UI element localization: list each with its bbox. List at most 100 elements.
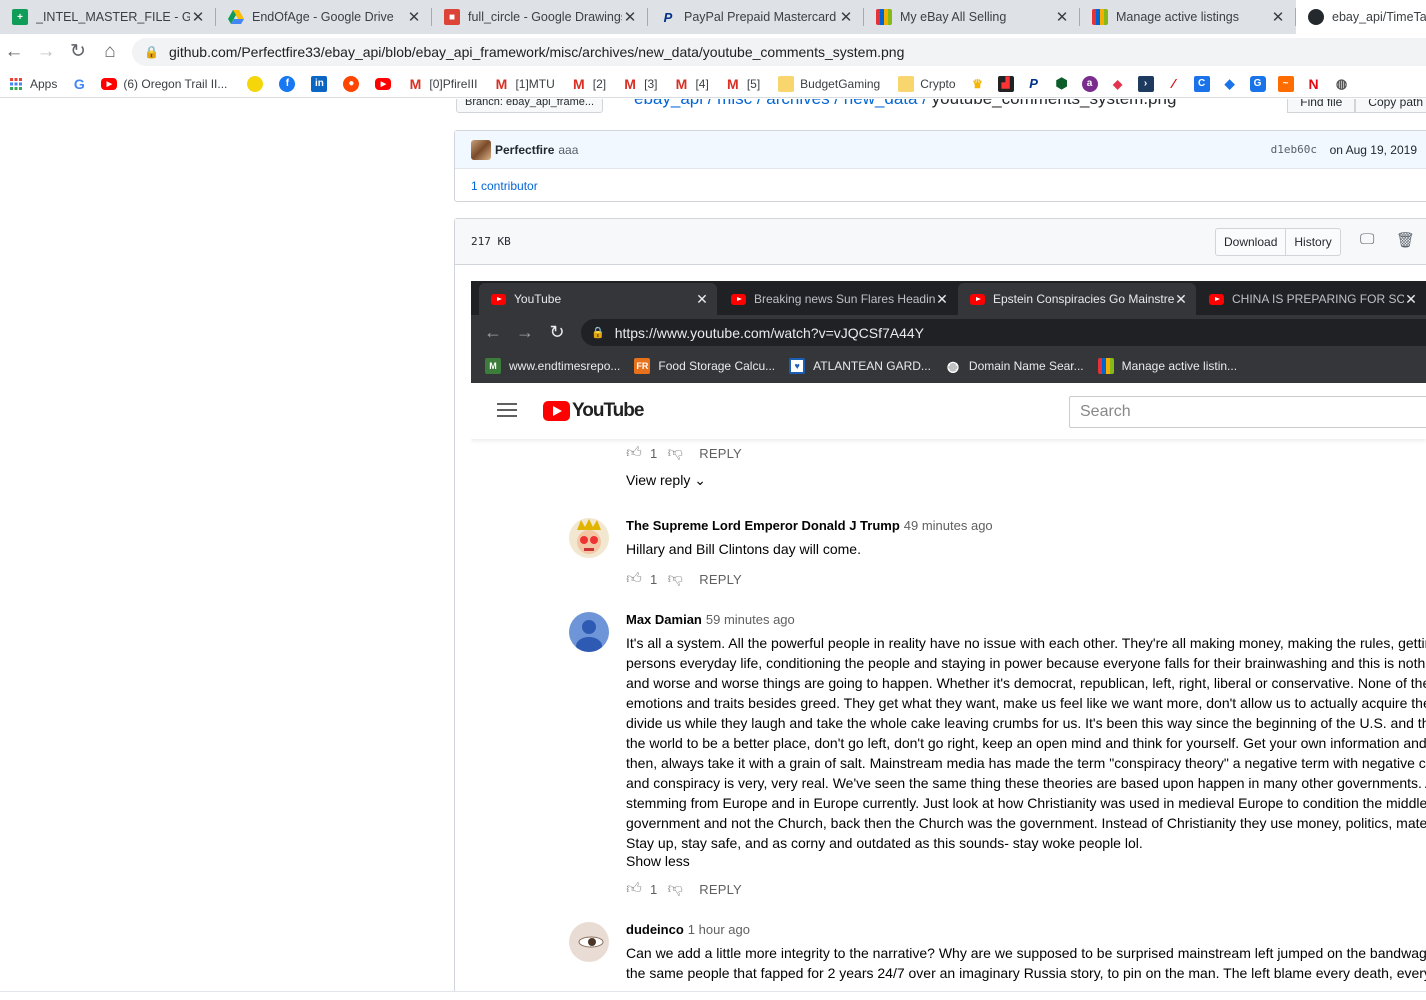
embedded-tab-youtube: YouTube ✕ [479,283,717,315]
download-button[interactable]: Download [1215,228,1287,256]
embedded-bookmark: Mwww.endtimesrepo... [485,358,620,374]
bookmark-paypal[interactable]: P [1026,73,1042,95]
view-reply-link: View reply ⌄ [626,472,706,488]
bookmark-globe[interactable]: ◍ [1334,73,1350,95]
bookmark-netflix[interactable]: N [1306,73,1322,95]
bookmark-blue-diamond[interactable]: ◆ [1222,73,1238,95]
lock-icon: 🔒 [591,327,605,339]
browser-tab-github[interactable]: ebay_api/TimeTabl [1296,0,1426,34]
desktop-icon[interactable]: 🖵 [1360,231,1374,248]
trash-icon[interactable]: 🗑 [1396,231,1415,249]
bookmark-chart[interactable]: ▟ [997,73,1014,95]
bookmark-gmail-pfire[interactable]: M [0]PfireIII [407,73,478,95]
bookmark-crown[interactable]: ♛ [970,73,986,95]
close-tab-icon[interactable]: ✕ [1054,8,1070,26]
close-tab-icon[interactable]: ✕ [622,8,638,26]
bookmark-reddit[interactable]: ● [343,73,360,95]
browser-tab-paypal[interactable]: P PayPal Prepaid Mastercard ✕ [648,0,864,34]
embedded-bookmark: FR Food Storage Calcu... [634,358,776,374]
commit-message[interactable]: aaa [558,143,578,157]
browser-tab-endofage[interactable]: EndOfAge - Google Drive ✕ [216,0,432,34]
bookmark-c[interactable]: C [1193,73,1210,95]
close-tab-icon: ✕ [1405,290,1417,307]
gmail-icon: M [495,75,508,92]
commit-tease: Perfectfire aaa d1eb60c on Aug 19, 2019 … [454,130,1426,202]
browser-tab-full-circle[interactable]: ■ full_circle - Google Drawings ✕ [432,0,648,34]
comment-text: It's all a system. All the powerful peop… [626,635,1426,851]
bookmark-gmail-5[interactable]: M [5] [725,73,760,95]
embedded-tab-china: CHINA IS PREPARING FOR SOME ✕ [1197,283,1426,315]
bookmark-facebook[interactable]: f [279,73,296,95]
thumbs-down-icon: 👎︎ [667,880,683,897]
browser-tab-bar: + _INTEL_MASTER_FILE - Goog ✕ EndOfAge -… [0,0,1426,34]
youtube-play-icon [543,401,570,421]
author-avatar[interactable] [471,139,491,160]
bookmark-folder-budgetgaming[interactable]: BudgetGaming [778,73,880,95]
bookmark-gmail-3[interactable]: M [3] [622,73,657,95]
bookmark-gmail-4[interactable]: M [4] [673,73,709,95]
bookmark-lemon[interactable] [247,73,264,95]
commit-sha[interactable]: d1eb60c [1271,143,1317,156]
reload-icon: ↻ [549,322,565,342]
close-tab-icon[interactable]: ✕ [190,8,206,26]
commit-date: on Aug 19, 2019 [1329,142,1417,157]
bookmark-blue-arrow[interactable]: › [1137,73,1154,95]
bookmark-google[interactable]: G [71,73,87,95]
browser-tab-intel-master-file[interactable]: + _INTEL_MASTER_FILE - Goog ✕ [0,0,216,34]
comment-meta: Max Damian 59 minutes ago [626,612,1426,627]
comment-author: dudeinco [626,922,684,937]
browser-tab-my-ebay[interactable]: My eBay All Selling ✕ [864,0,1080,34]
ebay-icon [1097,358,1114,374]
copy-path-button[interactable]: Copy path [1355,99,1426,113]
chevron-down-icon: ⌄ [694,472,706,488]
bookmark-youtube[interactable]: ▶ [375,73,392,95]
bookmark-gmail-2[interactable]: M [2] [571,73,606,95]
bookmark-a[interactable]: a [1081,73,1098,95]
find-file-button[interactable]: Find file [1287,99,1356,113]
bookmark-gmail-mtu[interactable]: M [1]MTU [493,73,555,95]
history-button[interactable]: History [1286,228,1341,256]
close-tab-icon[interactable]: ✕ [406,8,422,26]
gmail-icon: M [409,75,422,92]
embedded-tab-sun-flares: Breaking news Sun Flares Headin ✕ [719,283,957,315]
swoosh-icon: ⁄ [1172,76,1175,91]
address-bar[interactable]: 🔒 github.com/Perfectfire33/ebay_api/blob… [132,38,1426,66]
breadcrumb-path[interactable]: ebay_api / misc / archives / new_data / [634,99,927,108]
youtube-masthead: YouTube Search [471,383,1426,439]
bookmark-apps[interactable]: Apps [8,73,57,95]
arrow-icon: › [1137,75,1154,92]
ebay-icon [876,9,892,25]
youtube-icon [491,293,506,305]
back-arrow-icon[interactable]: ← [2,40,26,64]
bookmark-hex[interactable]: ⬢ [1054,73,1070,95]
facebook-icon: f [279,75,296,92]
lock-icon: 🔒 [144,45,159,59]
globe-icon: ◍ [1335,75,1348,91]
comment-actions: 👍︎ 1 👎︎ REPLY [626,444,742,461]
bookmark-linkedin[interactable]: in [311,73,328,95]
bookmark-red[interactable]: ◆ [1110,73,1126,95]
browser-tab-manage-listings[interactable]: Manage active listings ✕ [1080,0,1296,34]
gmail-icon: M [726,75,739,92]
bookmark-g-square[interactable]: G [1249,73,1266,95]
forward-arrow-icon[interactable]: → [34,40,58,64]
youtube-icon [1209,293,1224,305]
close-tab-icon[interactable]: ✕ [838,8,854,26]
contributors-link[interactable]: 1 contributor [455,169,1426,202]
branch-selector[interactable]: Branch: ebay_api_frame... [456,99,604,113]
file-nav-buttons: Find file Copy path [1287,99,1426,113]
c-icon: C [1193,75,1210,92]
reload-icon[interactable]: ↻ [66,40,90,64]
paypal-icon: P [663,9,673,25]
bookmark-oregon-trail[interactable]: ▶ (6) Oregon Trail II... [101,73,227,95]
bookmark-folder-crypto[interactable]: Crypto [898,73,956,95]
close-tab-icon[interactable]: ✕ [1270,8,1286,26]
folder-icon [898,75,915,92]
home-icon[interactable]: ⌂ [98,40,122,64]
bookmark-red-swoosh[interactable]: ⁄ [1166,73,1182,95]
embedded-tab-bar: YouTube ✕ Breaking news Sun Flares Headi… [471,281,1426,315]
commit-author[interactable]: Perfectfire [495,143,554,157]
youtube-icon: ▶ [101,77,118,90]
bookmark-orange[interactable]: ~ [1277,73,1294,95]
youtube-icon: ▶ [375,77,392,90]
